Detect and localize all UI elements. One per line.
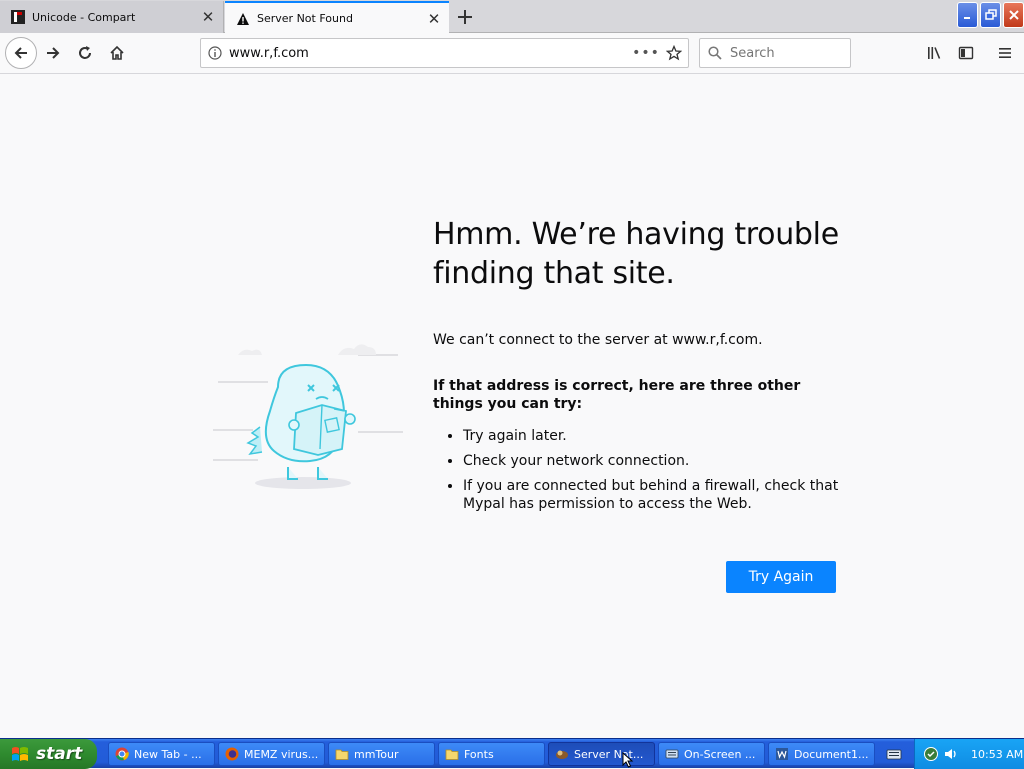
- home-icon: [110, 45, 124, 60]
- error-message: Hmm. We’re having trouble finding that s…: [433, 215, 843, 520]
- try-again-button[interactable]: Try Again: [726, 561, 836, 593]
- tab-server-not-found[interactable]: Server Not Found ✕: [225, 1, 449, 34]
- chrome-icon: [115, 747, 129, 761]
- windows-logo-icon: [12, 747, 28, 761]
- taskbar-item-mmtour[interactable]: mmTour: [328, 742, 435, 766]
- hamburger-menu-icon: [999, 48, 1011, 58]
- list-item: If you are connected but behind a firewa…: [463, 477, 843, 513]
- list-item: Try again later.: [463, 427, 843, 445]
- restore-icon: [984, 9, 997, 20]
- library-button[interactable]: [919, 38, 949, 68]
- error-suggestions-heading: If that address is correct, here are thr…: [433, 378, 801, 412]
- mypal-icon: [556, 750, 568, 759]
- error-description: We can’t connect to the server at www.r,…: [433, 332, 763, 348]
- back-arrow-icon: [14, 47, 27, 59]
- forward-button[interactable]: [38, 38, 68, 68]
- tab-label: Server Not Found: [257, 12, 353, 25]
- keyboard-layout-button[interactable]: [883, 743, 905, 765]
- page-actions-icon[interactable]: •••: [632, 45, 660, 61]
- info-icon[interactable]: [201, 46, 229, 60]
- bookmark-star-icon[interactable]: [660, 45, 688, 61]
- back-button[interactable]: [5, 37, 37, 69]
- taskbar-item-label: On-Screen ...: [684, 747, 756, 761]
- library-icon: [928, 47, 941, 59]
- error-page: Hmm. We’re having trouble finding that s…: [0, 75, 1024, 738]
- taskbar-item-label: Document1...: [794, 747, 869, 761]
- tab-unicode-compart[interactable]: Unicode - Compart ✕: [0, 1, 224, 33]
- keyboard-icon: [665, 749, 679, 759]
- minimize-icon: [963, 17, 970, 19]
- confused-dinosaur-illustration: [208, 327, 408, 497]
- folder-icon: [445, 749, 459, 760]
- compart-favicon-icon: [10, 9, 26, 25]
- taskbar-item-label: Fonts: [464, 747, 494, 761]
- search-input[interactable]: [730, 45, 840, 61]
- plus-icon: [458, 10, 472, 24]
- search-icon: [700, 46, 730, 60]
- url-bar[interactable]: www.r,f.com •••: [200, 38, 689, 68]
- list-item: Check your network connection.: [463, 452, 843, 470]
- warning-icon: [235, 11, 251, 27]
- minimize-button[interactable]: [957, 2, 978, 28]
- sidebar-button[interactable]: [951, 38, 981, 68]
- close-icon: [1008, 10, 1019, 20]
- taskbar-item-document1[interactable]: Document1...: [768, 742, 875, 766]
- firefox-icon: [225, 747, 239, 761]
- search-bar[interactable]: [699, 38, 851, 68]
- taskbar-item-on-screen-keyboard[interactable]: On-Screen ...: [658, 742, 765, 766]
- taskbar-item-label: mmTour: [354, 747, 399, 761]
- restore-button[interactable]: [980, 2, 1001, 28]
- taskbar-item-server-not-found[interactable]: Server Not...: [548, 742, 655, 766]
- reload-button[interactable]: [70, 38, 100, 68]
- start-button[interactable]: start: [0, 739, 97, 769]
- suggestions-list: Try again later. Check your network conn…: [433, 427, 843, 513]
- keyboard-icon: [886, 749, 902, 760]
- forward-arrow-icon: [47, 47, 60, 59]
- volume-icon[interactable]: [943, 746, 959, 762]
- close-icon[interactable]: ✕: [423, 8, 445, 30]
- menu-button[interactable]: [990, 38, 1020, 68]
- close-window-button[interactable]: [1003, 2, 1024, 28]
- taskbar-item-label: New Tab - ...: [134, 747, 202, 761]
- system-tray: 10:53 AM: [914, 739, 1024, 769]
- security-shield-icon[interactable]: [923, 746, 939, 762]
- mouse-cursor-icon: [622, 752, 634, 768]
- tab-strip: Unicode - Compart ✕ Server Not Found ✕: [0, 0, 1024, 34]
- sidebar-icon: [958, 46, 974, 60]
- close-icon[interactable]: ✕: [197, 6, 219, 28]
- folder-icon: [335, 749, 349, 760]
- clock: 10:53 AM: [971, 747, 1024, 761]
- new-tab-button[interactable]: [452, 4, 478, 30]
- start-label: start: [36, 744, 83, 764]
- home-button[interactable]: [102, 38, 132, 68]
- taskbar: start New Tab - ... MEMZ virus... mmTour…: [0, 738, 1024, 769]
- taskbar-item-new-tab[interactable]: New Tab - ...: [108, 742, 215, 766]
- nav-toolbar: www.r,f.com •••: [0, 34, 1024, 74]
- error-title: Hmm. We’re having trouble finding that s…: [433, 217, 839, 291]
- tab-label: Unicode - Compart: [32, 10, 136, 24]
- taskbar-item-memz[interactable]: MEMZ virus...: [218, 742, 325, 766]
- word-icon: [776, 748, 788, 760]
- reload-icon: [79, 46, 91, 59]
- taskbar-item-fonts[interactable]: Fonts: [438, 742, 545, 766]
- url-text[interactable]: www.r,f.com: [229, 46, 632, 61]
- window-controls: [957, 2, 1024, 28]
- taskbar-item-label: MEMZ virus...: [244, 747, 319, 761]
